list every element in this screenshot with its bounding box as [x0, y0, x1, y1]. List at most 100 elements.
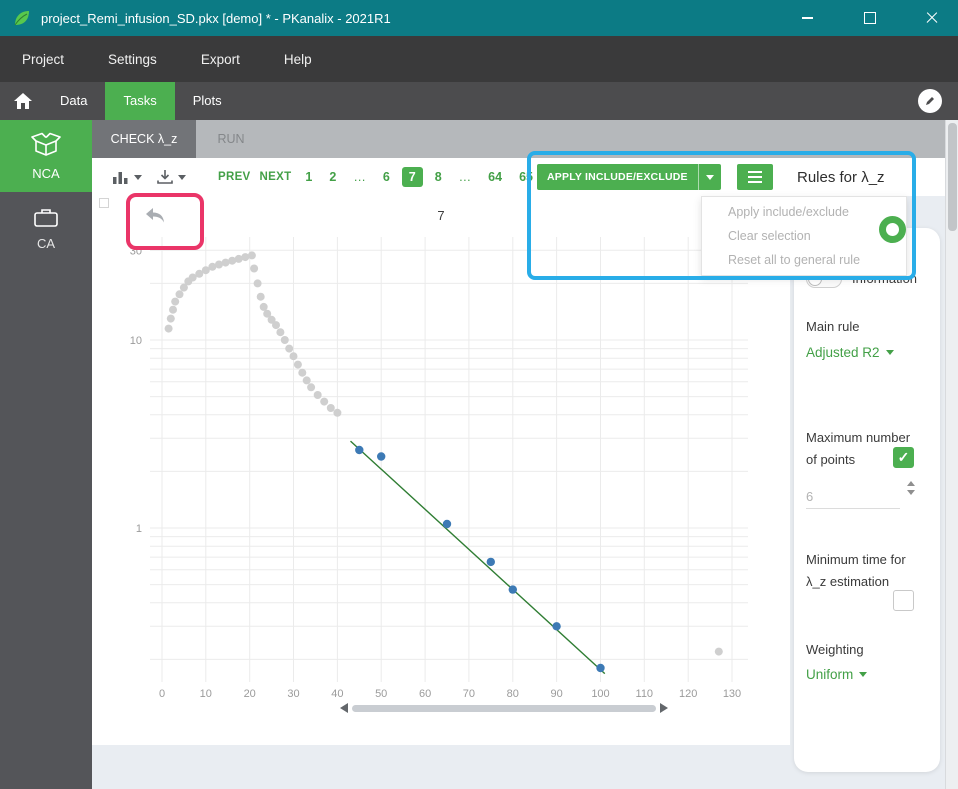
- tab-check-lambda-z[interactable]: CHECK λ_z: [92, 120, 196, 158]
- lambda-z-plot[interactable]: 301010102030405060708090100110120130: [92, 196, 790, 745]
- max-points-stepper[interactable]: [907, 481, 915, 495]
- menu-item-reset-all-to-general-rule[interactable]: Reset all to general rule: [702, 248, 906, 272]
- scrollbar-track[interactable]: [352, 705, 656, 712]
- tab-plots[interactable]: Plots: [175, 82, 240, 120]
- pager-page-2[interactable]: 2: [324, 167, 341, 187]
- window-title: project_Remi_infusion_SD.pkx [demo] * - …: [41, 11, 391, 26]
- undo-selection-button[interactable]: [143, 205, 167, 225]
- next-button[interactable]: NEXT: [260, 171, 292, 183]
- sidebar-item-nca[interactable]: NCA: [0, 120, 92, 192]
- excluded-point[interactable]: [171, 298, 179, 306]
- excluded-point[interactable]: [290, 352, 298, 360]
- excluded-point[interactable]: [165, 325, 173, 333]
- prev-button[interactable]: PREV: [218, 171, 251, 183]
- excluded-point[interactable]: [314, 391, 322, 399]
- chevron-down-icon: [134, 175, 142, 180]
- context-menu: Apply include/excludeClear selectionRese…: [701, 196, 907, 276]
- excluded-point[interactable]: [257, 293, 265, 301]
- included-point[interactable]: [443, 520, 451, 528]
- chevron-down-icon: [706, 175, 714, 180]
- min-time-checkbox[interactable]: [893, 590, 914, 611]
- excluded-point[interactable]: [250, 265, 258, 273]
- y-tick-label: 1: [136, 523, 142, 535]
- tab-data[interactable]: Data: [42, 82, 105, 120]
- main-rule-select[interactable]: Adjusted R2: [806, 345, 894, 360]
- x-tick-label: 0: [159, 688, 165, 700]
- excluded-point[interactable]: [320, 398, 328, 406]
- menu-settings[interactable]: Settings: [108, 52, 157, 67]
- x-tick-label: 120: [679, 688, 697, 700]
- actions-menu-button[interactable]: [737, 164, 773, 190]
- plot-x-scrollbar[interactable]: [340, 701, 668, 715]
- included-point[interactable]: [377, 452, 385, 460]
- excluded-point[interactable]: [169, 306, 177, 314]
- excluded-point[interactable]: [167, 315, 175, 323]
- pager-ellipsis: …: [454, 167, 477, 187]
- vertical-scrollbar[interactable]: [945, 120, 958, 789]
- excluded-point[interactable]: [260, 303, 268, 311]
- excluded-point[interactable]: [281, 336, 289, 344]
- pager-pages: 12 … 678 … 64 65: [300, 167, 538, 187]
- weighting-select[interactable]: Uniform: [806, 667, 867, 682]
- excluded-point[interactable]: [303, 376, 311, 384]
- excluded-point[interactable]: [272, 321, 280, 329]
- x-tick-label: 40: [331, 688, 343, 700]
- menu-export[interactable]: Export: [201, 52, 240, 67]
- spin-up-icon[interactable]: [907, 481, 915, 486]
- plot-type-dropdown[interactable]: [112, 169, 142, 185]
- excluded-point[interactable]: [248, 251, 256, 259]
- nav-tabbar: DataTasksPlots: [0, 82, 958, 120]
- bar-chart-icon: [112, 169, 130, 185]
- tab-tasks[interactable]: Tasks: [105, 82, 174, 120]
- excluded-point[interactable]: [333, 409, 341, 417]
- excluded-point[interactable]: [294, 361, 302, 369]
- included-point[interactable]: [355, 446, 363, 454]
- pager-page-8[interactable]: 8: [430, 167, 447, 187]
- pencil-icon: [924, 95, 936, 107]
- menu-item-clear-selection[interactable]: Clear selection: [702, 224, 906, 248]
- pager-page-7[interactable]: 7: [402, 167, 423, 187]
- plot-card: 7 301010102030405060708090100110120130: [92, 196, 790, 745]
- x-tick-label: 110: [636, 688, 654, 700]
- menu-help[interactable]: Help: [284, 52, 312, 67]
- maximize-button[interactable]: [847, 0, 893, 36]
- excluded-point[interactable]: [307, 383, 315, 391]
- menu-project[interactable]: Project: [22, 52, 64, 67]
- panel-round-button[interactable]: [879, 216, 906, 243]
- included-point[interactable]: [552, 622, 560, 630]
- excluded-point[interactable]: [276, 328, 284, 336]
- sidebar-item-ca[interactable]: CA: [0, 192, 92, 264]
- pager-ellipsis: …: [348, 167, 371, 187]
- app-logo-leaf-icon: [12, 8, 32, 28]
- minimize-button[interactable]: [784, 0, 830, 36]
- menu-item-apply-include-exclude[interactable]: Apply include/exclude: [702, 200, 906, 224]
- included-point[interactable]: [487, 558, 495, 566]
- scrollbar-thumb[interactable]: [948, 123, 957, 231]
- export-dropdown[interactable]: [156, 169, 186, 185]
- excluded-point[interactable]: [176, 290, 184, 298]
- tab-run[interactable]: RUN: [196, 120, 266, 158]
- feedback-chat-button[interactable]: [918, 89, 942, 113]
- excluded-point[interactable]: [715, 648, 723, 656]
- apply-include-exclude-button[interactable]: APPLY INCLUDE/EXCLUDE: [537, 164, 698, 190]
- pager-page-1[interactable]: 1: [300, 167, 317, 187]
- pager-page-65[interactable]: 65: [514, 167, 538, 187]
- included-point[interactable]: [596, 664, 604, 672]
- excluded-point[interactable]: [327, 404, 335, 412]
- scroll-right-icon[interactable]: [660, 703, 668, 713]
- excluded-point[interactable]: [254, 279, 262, 287]
- scroll-left-icon[interactable]: [340, 703, 348, 713]
- max-points-input[interactable]: 6: [806, 480, 900, 509]
- close-button[interactable]: [906, 0, 958, 36]
- excluded-point[interactable]: [285, 345, 293, 353]
- home-icon[interactable]: [4, 82, 42, 120]
- y-tick-label: 10: [130, 335, 142, 347]
- x-tick-label: 60: [419, 688, 431, 700]
- max-points-checkbox[interactable]: [893, 447, 914, 468]
- excluded-point[interactable]: [298, 369, 306, 377]
- apply-dropdown-button[interactable]: [698, 164, 721, 190]
- spin-down-icon[interactable]: [907, 490, 915, 495]
- included-point[interactable]: [509, 585, 517, 593]
- pager-page-6[interactable]: 6: [378, 167, 395, 187]
- pager-page-64[interactable]: 64: [483, 167, 507, 187]
